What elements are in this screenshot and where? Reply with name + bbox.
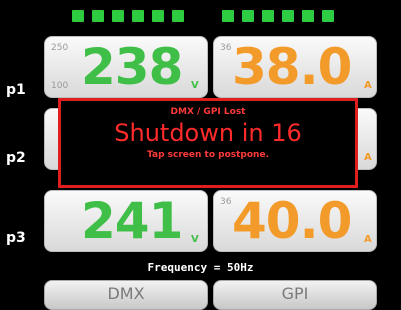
status-indicators bbox=[72, 10, 352, 24]
amp-max-label: 36 bbox=[220, 197, 232, 207]
alert-hint: Tap screen to postpone. bbox=[147, 150, 269, 160]
amp-max-label: 36 bbox=[220, 43, 232, 53]
row-label-p2: p2 bbox=[6, 150, 26, 166]
indicator-led bbox=[152, 10, 164, 22]
row-label-p3: p3 bbox=[6, 230, 26, 246]
voltage-value: 238 bbox=[81, 38, 183, 96]
indicator-led bbox=[112, 10, 124, 22]
row-label-p1: p1 bbox=[6, 82, 26, 98]
alert-title: DMX / GPI Lost bbox=[170, 107, 246, 117]
indicator-led bbox=[92, 10, 104, 22]
frequency-readout: Frequency = 50Hz bbox=[147, 261, 254, 274]
voltage-value: 241 bbox=[81, 192, 183, 250]
voltage-tile-p3[interactable]: 241 V bbox=[44, 190, 208, 252]
indicator-led bbox=[72, 10, 84, 22]
current-unit: A bbox=[364, 152, 372, 163]
current-tile-p1[interactable]: 36 38.0 A bbox=[213, 36, 377, 98]
indicator-led bbox=[222, 10, 234, 22]
voltage-unit: V bbox=[191, 80, 199, 91]
alert-message: Shutdown in 16 bbox=[114, 119, 302, 147]
indicator-led bbox=[302, 10, 314, 22]
current-unit: A bbox=[364, 234, 372, 245]
voltage-unit: V bbox=[191, 234, 199, 245]
current-tile-p3[interactable]: 36 40.0 A bbox=[213, 190, 377, 252]
indicator-led bbox=[322, 10, 334, 22]
indicator-led bbox=[262, 10, 274, 22]
voltage-tile-p1[interactable]: 250 100 238 V bbox=[44, 36, 208, 98]
indicator-led bbox=[242, 10, 254, 22]
current-value: 40.0 bbox=[232, 192, 352, 250]
indicator-led bbox=[132, 10, 144, 22]
current-unit: A bbox=[364, 80, 372, 91]
indicator-led bbox=[282, 10, 294, 22]
shutdown-alert-dialog[interactable]: DMX / GPI Lost Shutdown in 16 Tap screen… bbox=[58, 98, 358, 188]
volt-max-label: 250 bbox=[51, 43, 69, 53]
indicator-led bbox=[172, 10, 184, 22]
volt-min-label: 100 bbox=[51, 81, 69, 91]
current-value: 38.0 bbox=[232, 38, 352, 96]
